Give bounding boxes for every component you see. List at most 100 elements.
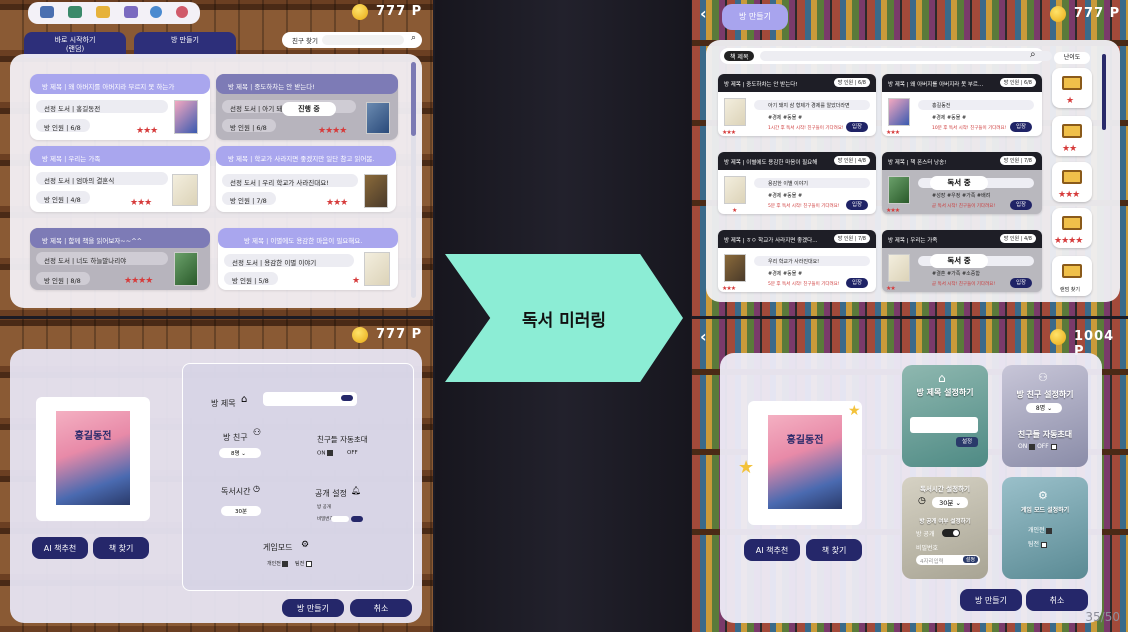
room-card[interactable]: 방 제목 | 중도하차는 안 받는다! 방 인원 | 6/8 ★★★ 아기 돼지 … — [718, 74, 876, 136]
search-icon[interactable]: ⌕ — [411, 33, 416, 43]
auto-invite-on[interactable]: ON — [317, 450, 334, 457]
public-label: 방 공개 여부 설정하기 — [919, 519, 971, 525]
friends-select[interactable]: 8명 ⌄ — [219, 448, 261, 458]
enter-button[interactable]: 입장 — [846, 278, 868, 288]
create-room-button[interactable]: 방 만들기 — [282, 599, 344, 617]
coin-icon — [1050, 6, 1066, 22]
find-book-button[interactable]: 책 찾기 — [806, 539, 862, 561]
sparkle-icon: ★ — [848, 403, 861, 419]
room-members: 방 인원 | 7/8 — [222, 192, 276, 205]
auto-invite-toggle[interactable]: ON OFF — [1018, 443, 1057, 450]
friends-value: 8명 — [231, 451, 240, 457]
time-label: 독서시간 설정하기 — [919, 485, 971, 493]
enter-button[interactable]: 입장 — [1010, 200, 1032, 210]
room-book: 선정 도서 | 용감한 이별 이야기 — [224, 254, 354, 267]
gear-icon[interactable] — [150, 6, 162, 18]
read-time-select[interactable]: 30분 — [221, 506, 261, 516]
difficulty-4-button[interactable]: ★★★★ — [1052, 208, 1092, 248]
gm-individual[interactable]: 개인전 — [1028, 525, 1053, 534]
avatar-icon[interactable] — [176, 6, 188, 18]
cancel-button[interactable]: 취소 — [1026, 589, 1088, 611]
public-toggle[interactable] — [351, 516, 363, 522]
cancel-button[interactable]: 취소 — [350, 599, 412, 617]
gm-team[interactable]: 팀전 — [1028, 539, 1047, 548]
scrollbar[interactable] — [1102, 54, 1106, 130]
home-icon[interactable] — [40, 6, 54, 18]
room-list-screen: 777 P 바로 시작하기 (랜덤) 방 만들기 친구 찾기 ⌕ 방 제목 | … — [0, 0, 433, 316]
friend-search-label: 친구 찾기 — [292, 37, 318, 45]
create-room-title-button[interactable]: 방 만들기 — [722, 4, 788, 30]
room-title-input[interactable] — [910, 417, 978, 433]
room-card[interactable]: 방 제목 | 왜 아버지를 아버지라 못 부르... 방 인원 | 6/8 ★★★… — [882, 74, 1042, 136]
password-input[interactable]: 4자리입력 설정 — [916, 555, 980, 565]
coin-icon — [352, 327, 368, 343]
difficulty-3-button[interactable]: ★★★ — [1052, 162, 1092, 202]
enter-button[interactable]: 입장 — [1010, 278, 1032, 288]
book-search-input[interactable] — [760, 51, 1052, 61]
room-notice: 5분 후 독서 시작! 친구들이 기다려요! — [768, 282, 840, 287]
room-title-input[interactable] — [263, 392, 357, 406]
mirrored-create-room-screen: ‹ 1004 P 홍길동전 ★ ★ AI 책추천 책 찾기 ⌂ 방 제목 설정하… — [692, 319, 1128, 632]
room-members: 방 인원 | 4/8 — [833, 156, 870, 165]
book-cover — [888, 176, 910, 204]
room-card[interactable]: 방 제목 | 학교가 사라지면 좋겠지만 일단 참고 읽어봄. 선정 도서 | … — [216, 146, 396, 212]
gm-team[interactable]: 팀전 — [295, 560, 312, 567]
book-title: 홍길동전 — [786, 435, 824, 446]
book-search-bar[interactable]: 책 제목 — [720, 48, 1052, 64]
book-search-label: 책 제목 — [724, 51, 755, 61]
room-card[interactable]: 방 제목 | 중도하차는 안 받는다! 선정 도서 | 아기 돼지 삼 형제 방… — [216, 74, 398, 140]
auto-invite-off[interactable]: OFF — [347, 450, 358, 456]
difficulty-1-button[interactable]: ★ — [1052, 68, 1092, 108]
room-members: 방 인원 | 7/8 — [999, 156, 1036, 165]
slide: 777 P 바로 시작하기 (랜덤) 방 만들기 친구 찾기 ⌕ 방 제목 | … — [0, 0, 1128, 632]
game-mode-tile: ⚙ 게임 모드 설정하기 개인전 팀전 — [1002, 477, 1088, 579]
time-select[interactable]: 30분 ⌄ — [932, 497, 968, 508]
find-book-button[interactable]: 책 찾기 — [93, 537, 149, 559]
folder-icon[interactable] — [96, 6, 110, 18]
create-room-button[interactable]: 방 만들기 — [960, 589, 1022, 611]
room-book: 선정 도서 | 우리 학교가 사라진대요! — [222, 174, 358, 187]
room-title-set-button[interactable]: 설정 — [956, 437, 978, 447]
room-card[interactable]: 방 제목 | 우리는 가족방 인원 | 4/8 ★★ 엄마의 결혼식 #결혼 #… — [882, 230, 1042, 292]
difficulty-2-button[interactable]: ★★ — [1052, 116, 1092, 156]
room-card[interactable]: 방 제목 | 함께 책을 읽어보자~~^^ 선정 도서 | 너도 하늘말나리야 … — [30, 228, 210, 290]
back-arrow-icon[interactable]: ‹ — [700, 4, 707, 23]
time-tile: 독서시간 설정하기 ◷ 30분 ⌄ 방 공개 여부 설정하기 방 공개 비밀번호… — [902, 477, 988, 579]
enter-button[interactable]: 입장 — [1010, 122, 1032, 132]
book-cover — [364, 252, 390, 286]
room-card[interactable]: 방 제목 | 책 폰스터 낭송!방 인원 | 7/8 ★★★ 너도 하늘말나리야… — [882, 152, 1042, 214]
game-mode-label: 게임모드 — [263, 543, 293, 552]
public-toggle[interactable] — [942, 529, 960, 537]
gm-individual[interactable]: 개인전 — [267, 560, 289, 567]
ai-recommend-button[interactable]: AI 책추천 — [32, 537, 88, 559]
room-card[interactable]: 방 제목 | 이별에도 용감한 마음이 필요해요. 선정 도서 | 용감한 이별… — [218, 228, 398, 290]
public-option[interactable]: 방 공개 — [317, 504, 331, 510]
read-time-label: 독서시간 — [221, 487, 251, 496]
room-card[interactable]: 방 제목 | ㅎㅇ 학교가 사라지면 좋겠다... 방 인원 | 7/8 ★★★ … — [718, 230, 876, 292]
room-card[interactable]: 방 제목 | 왜 아버지를 아버지라 부르지 못 하는가 선정 도서 | 홍길동… — [30, 74, 210, 140]
room-members: 방 인원 | 8/8 — [36, 272, 90, 285]
enter-button[interactable]: 입장 — [846, 122, 868, 132]
random-find-button[interactable]: 랜덤 찾기 — [1052, 256, 1092, 296]
enter-button[interactable]: 입장 — [846, 200, 868, 210]
status-badge: 독서 중 — [930, 176, 988, 190]
room-card[interactable]: 방 제목 | 이별에도 용감한 마음이 필요해 방 인원 | 4/8 ★ 용감한 … — [718, 152, 876, 214]
ai-recommend-button[interactable]: AI 책추천 — [744, 539, 800, 561]
back-arrow-icon[interactable]: ‹ — [700, 327, 707, 346]
search-icon[interactable]: ⌕ — [1030, 49, 1036, 60]
room-tags: #경제 #동물 # — [932, 115, 967, 121]
difficulty-stars: ★★★ — [722, 129, 736, 136]
room-members: 방 인원 | 4/8 — [36, 191, 90, 204]
books-icon[interactable] — [68, 6, 82, 18]
difficulty-label: 난이도 — [1054, 52, 1090, 64]
friend-search-bar[interactable]: 친구 찾기 ⌕ — [282, 32, 422, 48]
password-input[interactable] — [331, 516, 349, 522]
friend-search-input[interactable] — [322, 35, 404, 45]
password-set-button[interactable]: 설정 — [962, 556, 978, 563]
friends-select[interactable]: 8명 ⌄ — [1026, 403, 1062, 413]
scrollbar[interactable] — [411, 62, 416, 298]
room-tags: #경제 #동물 # — [768, 115, 803, 121]
room-card[interactable]: 방 제목 | 우리는 가족 선정 도서 | 엄마의 결혼식 방 인원 | 4/8… — [30, 146, 210, 212]
document-icon[interactable] — [124, 6, 138, 18]
room-title: 방 제목 | ㅎㅇ 학교가 사라지면 좋겠다... — [724, 238, 818, 244]
